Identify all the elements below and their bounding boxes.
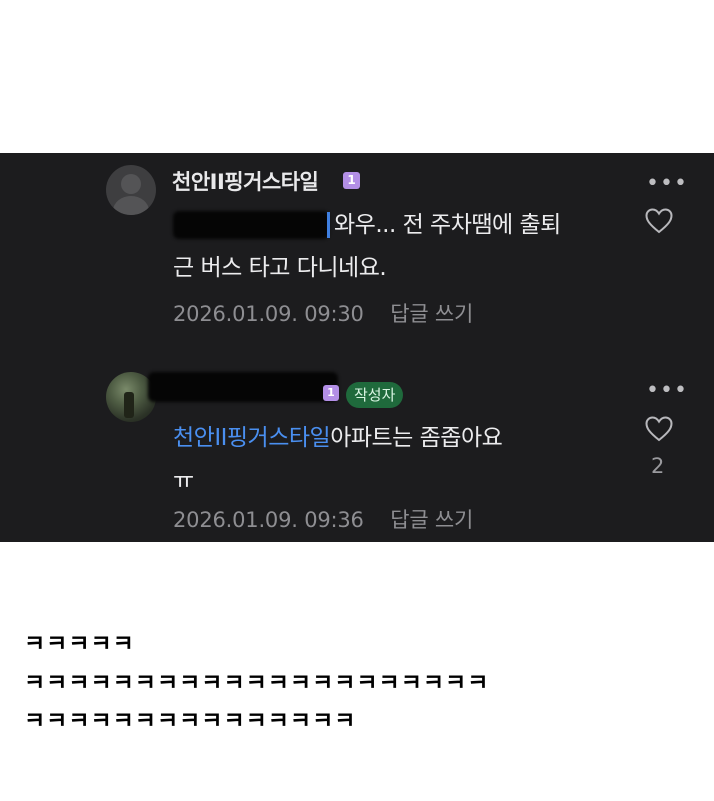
comment-author[interactable]: 천안II핑거스타일 [172, 166, 319, 196]
level-badge: 1 [323, 385, 339, 401]
like-count: 2 [651, 454, 665, 478]
level-badge: 1 [343, 172, 360, 189]
comment-body-line: 근 버스 타고 다니네요. [173, 255, 387, 281]
comment-body-line: ㅠ [173, 468, 194, 494]
comment-item: 천안II핑거스타일 1 ••• 와우... 전 주차땜에 출퇴 근 버스 타고 … [0, 153, 714, 353]
caption-line: ㅋㅋㅋㅋㅋ [24, 631, 135, 657]
comment-body-line: 천안II핑거스타일아파트는 좀좁아요 [173, 414, 503, 462]
redacted-author [148, 372, 338, 402]
comment-body-text: 아파트는 좀좁아요 [330, 425, 503, 451]
comment-body-line: 와우... 전 주차땜에 출퇴 [334, 212, 561, 238]
mention-link[interactable]: 천안II핑거스타일 [173, 425, 331, 451]
redacted-mention [173, 211, 329, 239]
comment-meta: 2026.01.09. 09:36 답글 쓰기 [173, 504, 473, 534]
comment-meta: 2026.01.09. 09:30 답글 쓰기 [173, 298, 473, 328]
comment-timestamp: 2026.01.09. 09:30 [173, 302, 364, 326]
heart-icon[interactable] [645, 416, 673, 442]
more-icon[interactable]: ••• [646, 380, 688, 402]
heart-icon[interactable] [645, 208, 673, 234]
more-icon[interactable]: ••• [646, 173, 688, 195]
caption-line: ㅋㅋㅋㅋㅋㅋㅋㅋㅋㅋㅋㅋㅋㅋㅋ [24, 708, 357, 734]
mention-caret [327, 212, 330, 238]
avatar[interactable] [106, 165, 156, 215]
comment-item: 1 작성자 ••• 천안II핑거스타일아파트는 좀좁아요 ㅠ 2 2026.01… [0, 358, 714, 542]
comment-panel: 천안II핑거스타일 1 ••• 와우... 전 주차땜에 출퇴 근 버스 타고 … [0, 153, 714, 542]
reply-button[interactable]: 답글 쓰기 [390, 508, 473, 532]
comment-timestamp: 2026.01.09. 09:36 [173, 508, 364, 532]
caption-line: ㅋㅋㅋㅋㅋㅋㅋㅋㅋㅋㅋㅋㅋㅋㅋㅋㅋㅋㅋㅋㅋ [24, 670, 490, 696]
author-tag: 작성자 [346, 382, 404, 408]
reply-button[interactable]: 답글 쓰기 [390, 302, 473, 326]
